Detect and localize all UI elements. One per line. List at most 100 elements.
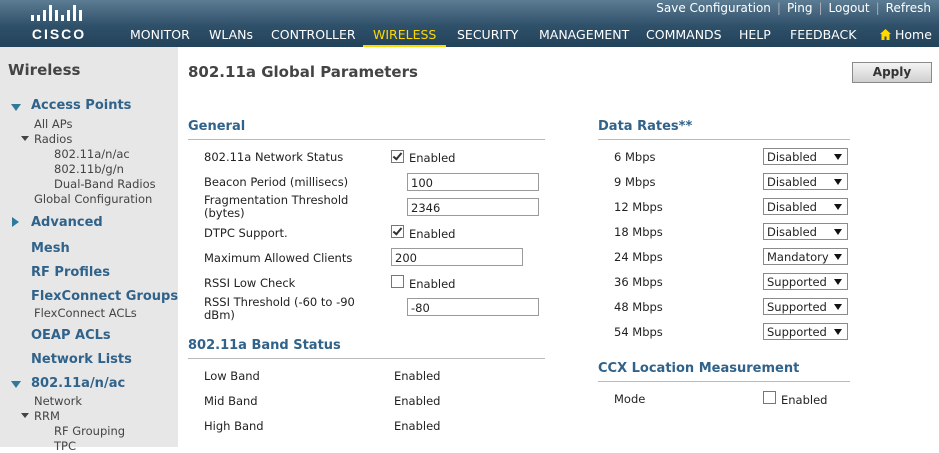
sidebar-item-network[interactable]: Network — [34, 394, 82, 408]
top-header-bar: CISCO Save Configuration | Ping | Logout | Ref… — [0, 0, 939, 47]
expand-radios-icon[interactable] — [21, 136, 29, 141]
nav-security[interactable]: SECURITY — [447, 25, 528, 47]
nav-management[interactable]: MANAGEMENT — [529, 25, 639, 47]
low-band-value: Enabled — [394, 369, 441, 383]
rate-18-select[interactable]: Disabled — [763, 223, 848, 240]
utility-links: Save Configuration | Ping | Logout | Refresh — [656, 1, 931, 15]
fragmentation-threshold-label: Fragmentation Threshold (bytes) — [204, 193, 349, 220]
sidebar-item-radio-a[interactable]: 802.11a/n/ac — [54, 147, 130, 161]
rate-54-select-value: Supported — [767, 325, 827, 339]
data-rates-title-text: Data Rates — [598, 119, 679, 134]
nav-controller[interactable]: CONTROLLER — [261, 25, 366, 47]
dtpc-support-label: DTPC Support. — [204, 226, 288, 240]
sidebar-title: Wireless — [8, 61, 81, 79]
high-band-label: High Band — [204, 419, 264, 433]
apply-button[interactable]: Apply — [852, 62, 932, 83]
ccx-mode-checkbox[interactable] — [763, 391, 776, 404]
chevron-down-icon — [834, 204, 842, 210]
rssi-threshold-input[interactable]: -80 — [407, 298, 539, 316]
ccx-section-title: CCX Location Measurement — [598, 361, 800, 376]
nav-help[interactable]: HELP — [729, 25, 781, 47]
band-status-section-title: 802.11a Band Status — [188, 338, 341, 353]
max-clients-input[interactable]: 200 — [391, 248, 523, 266]
rate-6-select[interactable]: Disabled — [763, 148, 848, 165]
general-section-title: General — [188, 119, 246, 134]
home-icon — [880, 29, 891, 40]
expand-802-11a-icon[interactable] — [11, 381, 21, 388]
expand-rrm-icon[interactable] — [21, 413, 29, 418]
ccx-mode-label: Mode — [614, 392, 646, 406]
rssi-low-check-text: Enabled — [409, 277, 456, 291]
chevron-down-icon — [834, 329, 842, 335]
nav-wlans[interactable]: WLANs — [199, 25, 263, 47]
save-configuration-link[interactable]: Save Configuration — [656, 1, 771, 15]
low-band-label: Low Band — [204, 369, 260, 383]
mid-band-value: Enabled — [394, 394, 441, 408]
chevron-down-icon — [834, 279, 842, 285]
network-status-text: Enabled — [409, 151, 456, 165]
dtpc-support-checkbox[interactable] — [391, 225, 404, 238]
chevron-down-icon — [834, 254, 842, 260]
ccx-divider — [598, 381, 850, 382]
sidebar-item-flexconnect-acls[interactable]: FlexConnect ACLs — [34, 306, 137, 320]
sidebar-item-rf-profiles[interactable]: RF Profiles — [31, 265, 110, 280]
nav-home[interactable]: Home — [870, 25, 939, 47]
rssi-low-check-label: RSSI Low Check — [204, 276, 296, 290]
beacon-period-input[interactable]: 100 — [407, 173, 539, 191]
home-label: Home — [895, 27, 932, 42]
rate-24-select[interactable]: Mandatory — [763, 248, 848, 265]
fragmentation-threshold-input[interactable]: 2346 — [407, 198, 539, 216]
sidebar-item-access-points[interactable]: Access Points — [31, 98, 131, 113]
sidebar-item-mesh[interactable]: Mesh — [31, 241, 70, 256]
sidebar-item-advanced[interactable]: Advanced — [31, 215, 103, 230]
rate-9-select[interactable]: Disabled — [763, 173, 848, 190]
sidebar-item-radio-b[interactable]: 802.11b/g/n — [54, 162, 124, 176]
rate-54-select[interactable]: Supported — [763, 323, 848, 340]
rate-6-select-value: Disabled — [767, 150, 817, 164]
expand-advanced-icon[interactable] — [12, 217, 19, 227]
cisco-logo-text: CISCO — [31, 26, 87, 42]
sidebar-item-802-11a[interactable]: 802.11a/n/ac — [31, 376, 125, 391]
rssi-low-check-checkbox[interactable] — [391, 275, 404, 288]
band-status-divider — [188, 358, 545, 359]
mid-band-label: Mid Band — [204, 394, 258, 408]
nav-wireless[interactable]: WIRELESS — [363, 25, 447, 47]
page-title: 802.11a Global Parameters — [188, 63, 418, 81]
chevron-down-icon — [834, 154, 842, 160]
sidebar-item-all-aps[interactable]: All APs — [34, 117, 73, 131]
rate-36-select[interactable]: Supported — [763, 273, 848, 290]
network-status-checkbox[interactable] — [391, 150, 404, 163]
cisco-logo: CISCO — [26, 5, 92, 43]
sidebar-item-global-configuration[interactable]: Global Configuration — [34, 192, 152, 206]
sidebar-item-oeap-acls[interactable]: OEAP ACLs — [31, 328, 111, 343]
rate-48-select-value: Supported — [767, 300, 827, 314]
logout-link[interactable]: Logout — [829, 1, 870, 15]
data-rates-section-title: Data Rates** — [598, 119, 692, 134]
ccx-mode-text: Enabled — [781, 393, 828, 407]
sidebar-item-flexconnect-groups[interactable]: FlexConnect Groups — [31, 289, 178, 304]
rate-12-select[interactable]: Disabled — [763, 198, 848, 215]
rate-9-select-value: Disabled — [767, 175, 817, 189]
dtpc-support-text: Enabled — [409, 227, 456, 241]
sidebar-item-network-lists[interactable]: Network Lists — [31, 352, 132, 367]
rate-48-select[interactable]: Supported — [763, 298, 848, 315]
sidebar-item-rrm[interactable]: RRM — [34, 409, 60, 423]
rate-24-select-value: Mandatory — [767, 250, 829, 264]
sidebar: Wireless Access Points All APs Radios 80… — [0, 47, 178, 453]
network-status-label: 802.11a Network Status — [204, 150, 344, 164]
nav-feedback[interactable]: FEEDBACK — [780, 25, 866, 47]
refresh-link[interactable]: Refresh — [886, 1, 931, 15]
rate-12-select-value: Disabled — [767, 200, 817, 214]
nav-commands[interactable]: COMMANDS — [636, 25, 732, 47]
data-rates-title-suffix: ** — [678, 119, 693, 134]
sidebar-item-dual-band[interactable]: Dual-Band Radios — [54, 177, 156, 191]
sidebar-item-tpc[interactable]: TPC — [54, 439, 76, 453]
rate-label: 9 Mbps — [614, 175, 656, 189]
general-divider — [188, 139, 545, 140]
expand-access-points-icon[interactable] — [11, 104, 21, 111]
nav-monitor[interactable]: MONITOR — [120, 25, 200, 47]
ping-link[interactable]: Ping — [787, 1, 813, 15]
sidebar-item-rf-grouping[interactable]: RF Grouping — [54, 424, 125, 438]
rate-label: 12 Mbps — [614, 200, 663, 214]
sidebar-item-radios[interactable]: Radios — [34, 132, 72, 146]
